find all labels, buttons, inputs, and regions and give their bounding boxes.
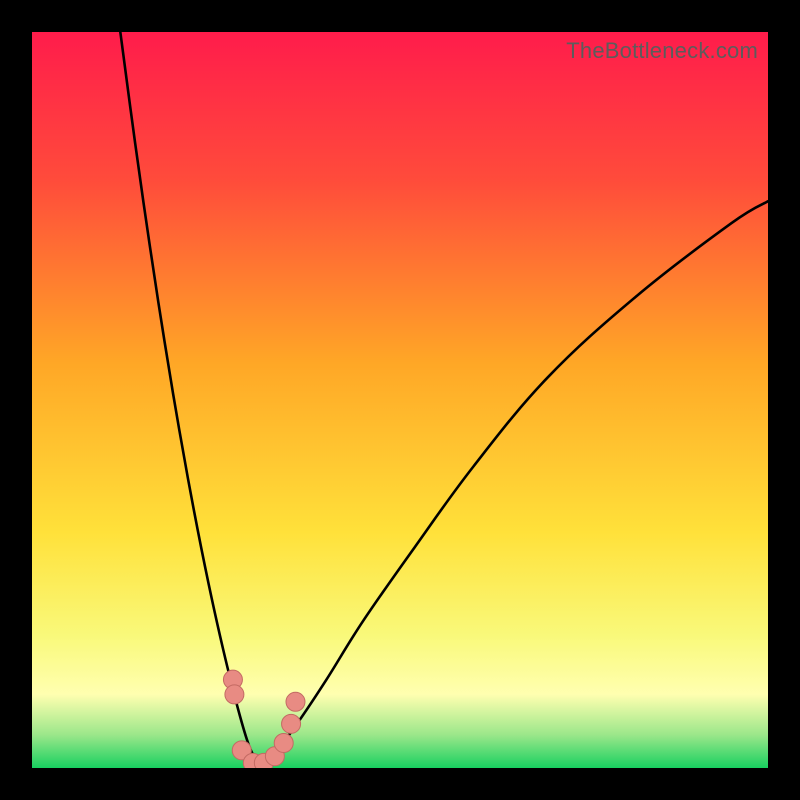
marker-dot <box>274 733 293 752</box>
curve-left-branch <box>120 32 260 768</box>
marker-dot <box>225 685 244 704</box>
marker-dot <box>282 714 301 733</box>
watermark-text: TheBottleneck.com <box>566 38 758 64</box>
curve-right-branch <box>260 201 768 768</box>
chart-frame: TheBottleneck.com <box>0 0 800 800</box>
curve-markers <box>223 670 305 768</box>
bottleneck-curve <box>32 32 768 768</box>
marker-dot <box>286 692 305 711</box>
plot-area: TheBottleneck.com <box>32 32 768 768</box>
